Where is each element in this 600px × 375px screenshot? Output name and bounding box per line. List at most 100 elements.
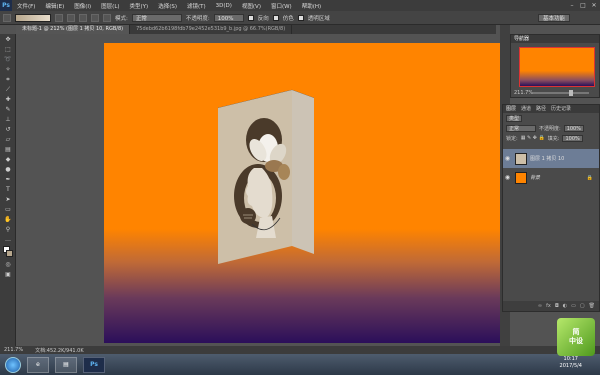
new-layer-icon[interactable]: ▢: [580, 303, 585, 309]
tool-palette: ✥ ⬚ ➰ ✧ ⌗ ⟋ ✚ ✎ ⊥ ↺ ▱ ▤ ◆ ● ✒ T ➤ ▭ ✋ ⚲ …: [0, 34, 16, 346]
layer-name[interactable]: 图层 1 拷贝 10: [530, 155, 564, 162]
history-brush-icon[interactable]: ↺: [2, 125, 14, 134]
start-button[interactable]: [5, 356, 21, 373]
zoom-slider-knob[interactable]: [569, 90, 573, 96]
photoshop-taskbar-icon[interactable]: Ps: [83, 356, 105, 373]
layer-row-background[interactable]: ◉ 背景 🔒: [503, 168, 599, 187]
clock-date: 2017/5/4: [559, 363, 582, 369]
dither-checkbox[interactable]: [272, 14, 279, 21]
navigator-tab[interactable]: 导航器: [514, 35, 529, 43]
hand-tool-icon[interactable]: ✋: [2, 215, 14, 224]
diamond-gradient-icon[interactable]: [103, 13, 111, 22]
gradient-picker[interactable]: [15, 13, 51, 22]
layer-filter-select[interactable]: 类型: [506, 114, 523, 122]
eraser-tool-icon[interactable]: ▱: [2, 135, 14, 144]
path-select-icon[interactable]: ➤: [2, 195, 14, 204]
reflected-gradient-icon[interactable]: [91, 13, 99, 22]
mode-label: 模式:: [115, 15, 128, 22]
navigator-zoom-slider[interactable]: [533, 90, 589, 96]
minimize-icon[interactable]: –: [568, 1, 576, 9]
menu-view[interactable]: 视图(V): [237, 2, 266, 10]
menu-file[interactable]: 文件(F): [12, 2, 40, 10]
brush-tool-icon[interactable]: ✎: [2, 105, 14, 114]
adjustment-layer-icon[interactable]: ◐: [563, 303, 567, 309]
blur-tool-icon[interactable]: ◆: [2, 155, 14, 164]
crop-tool-icon[interactable]: ⌗: [2, 75, 14, 84]
zoom-tool-icon[interactable]: ⚲: [2, 225, 14, 234]
type-tool-icon[interactable]: T: [2, 185, 14, 194]
fill-input[interactable]: 100%: [562, 134, 583, 142]
dither-label: 仿色: [282, 15, 294, 22]
menu-layer[interactable]: 图层(L): [96, 2, 124, 10]
angle-gradient-icon[interactable]: [79, 13, 87, 22]
maximize-icon[interactable]: □: [579, 1, 587, 9]
navigator-zoom[interactable]: 211.7%: [514, 90, 533, 96]
pen-tool-icon[interactable]: ✒: [2, 175, 14, 184]
layer-row-copy[interactable]: ◉ 图层 1 拷贝 10: [503, 149, 599, 168]
menu-image[interactable]: 图像(I): [69, 2, 96, 10]
quick-mask-icon[interactable]: ◎: [2, 260, 14, 269]
lasso-tool-icon[interactable]: ➰: [2, 55, 14, 64]
opacity-input[interactable]: 100%: [213, 13, 244, 22]
lock-label: 锁定:: [506, 135, 518, 142]
clock-time: 10:17: [563, 356, 578, 362]
link-layers-icon[interactable]: ∞: [538, 303, 542, 309]
tab-paths[interactable]: 路径: [536, 105, 546, 113]
tab-layers[interactable]: 图层: [506, 105, 516, 113]
tab-document-1[interactable]: 未标题-1 @ 212% (图层 1 拷贝 10, RGB/8): [16, 25, 131, 34]
gradient-tool-icon[interactable]: [3, 13, 11, 22]
visibility-eye-icon[interactable]: ◉: [503, 174, 512, 181]
tab-channels[interactable]: 通道: [521, 105, 531, 113]
healing-brush-icon[interactable]: ✚: [2, 95, 14, 104]
ie-taskbar-icon[interactable]: e: [27, 356, 49, 373]
color-swatches-icon[interactable]: [2, 245, 14, 259]
navigator-panel: 导航器 211.7%: [510, 34, 600, 98]
menu-select[interactable]: 选择(S): [153, 2, 182, 10]
dodge-tool-icon[interactable]: ●: [2, 165, 14, 174]
layers-actions: ∞ fx ◘ ◐ ▭ ▢ 🗑: [503, 301, 599, 311]
add-mask-icon[interactable]: ◘: [555, 303, 559, 309]
menu-window[interactable]: 窗口(W): [266, 2, 297, 10]
document-canvas[interactable]: [104, 43, 501, 343]
menu-help[interactable]: 帮助(H): [297, 2, 326, 10]
menu-3d[interactable]: 3D(D): [211, 3, 237, 9]
more-tools-icon[interactable]: …: [2, 235, 14, 244]
zoom-level[interactable]: 211.7%: [4, 347, 23, 353]
lock-icons[interactable]: ▦ ✎ ✥ 🔒: [521, 135, 545, 141]
magic-wand-icon[interactable]: ✧: [2, 65, 14, 74]
menu-edit[interactable]: 编辑(E): [40, 2, 69, 10]
system-clock[interactable]: 10:17 2017/5/4: [560, 356, 582, 370]
tab-document-2[interactable]: 75debd62b6198fdb79e2452e531b9_b.jpg @ 66…: [130, 25, 293, 34]
move-tool-icon[interactable]: ✥: [2, 35, 14, 44]
window-controls: – □ ✕: [568, 1, 598, 9]
folder-taskbar-icon[interactable]: ▤: [55, 356, 77, 373]
marquee-tool-icon[interactable]: ⬚: [2, 45, 14, 54]
gradient-tool-icon[interactable]: ▤: [2, 145, 14, 154]
tab-history[interactable]: 历史记录: [551, 105, 571, 113]
book-artwork: [217, 89, 315, 264]
linear-gradient-icon[interactable]: [55, 13, 63, 22]
close-icon[interactable]: ✕: [590, 1, 598, 9]
delete-layer-icon[interactable]: 🗑: [589, 303, 595, 309]
options-bar: 模式: 正常 不透明度: 100% 反向 仿色 透明区域: [0, 11, 600, 25]
stamp-tool-icon[interactable]: ⊥: [2, 115, 14, 124]
new-group-icon[interactable]: ▭: [571, 303, 576, 309]
layer-opacity-input[interactable]: 100%: [563, 124, 584, 132]
blend-mode-select[interactable]: 正常: [506, 124, 536, 132]
mode-select[interactable]: 正常: [131, 13, 182, 22]
layer-style-icon[interactable]: fx: [546, 303, 551, 309]
layer-name[interactable]: 背景: [530, 174, 540, 181]
menu-filter[interactable]: 滤镜(T): [182, 2, 211, 10]
transparency-label: 透明区域: [307, 15, 330, 22]
menu-type[interactable]: 类型(Y): [125, 2, 154, 10]
layer-opacity-label: 不透明度:: [539, 125, 561, 132]
navigator-thumbnail[interactable]: [519, 47, 595, 87]
eyedropper-icon[interactable]: ⟋: [2, 85, 14, 94]
radial-gradient-icon[interactable]: [67, 13, 75, 22]
workspace-select[interactable]: 基本功能: [537, 14, 570, 22]
reverse-checkbox[interactable]: [247, 14, 254, 21]
screen-mode-icon[interactable]: ▣: [2, 270, 14, 279]
transparency-checkbox[interactable]: [297, 14, 304, 21]
visibility-eye-icon[interactable]: ◉: [503, 155, 512, 162]
shape-tool-icon[interactable]: ▭: [2, 205, 14, 214]
